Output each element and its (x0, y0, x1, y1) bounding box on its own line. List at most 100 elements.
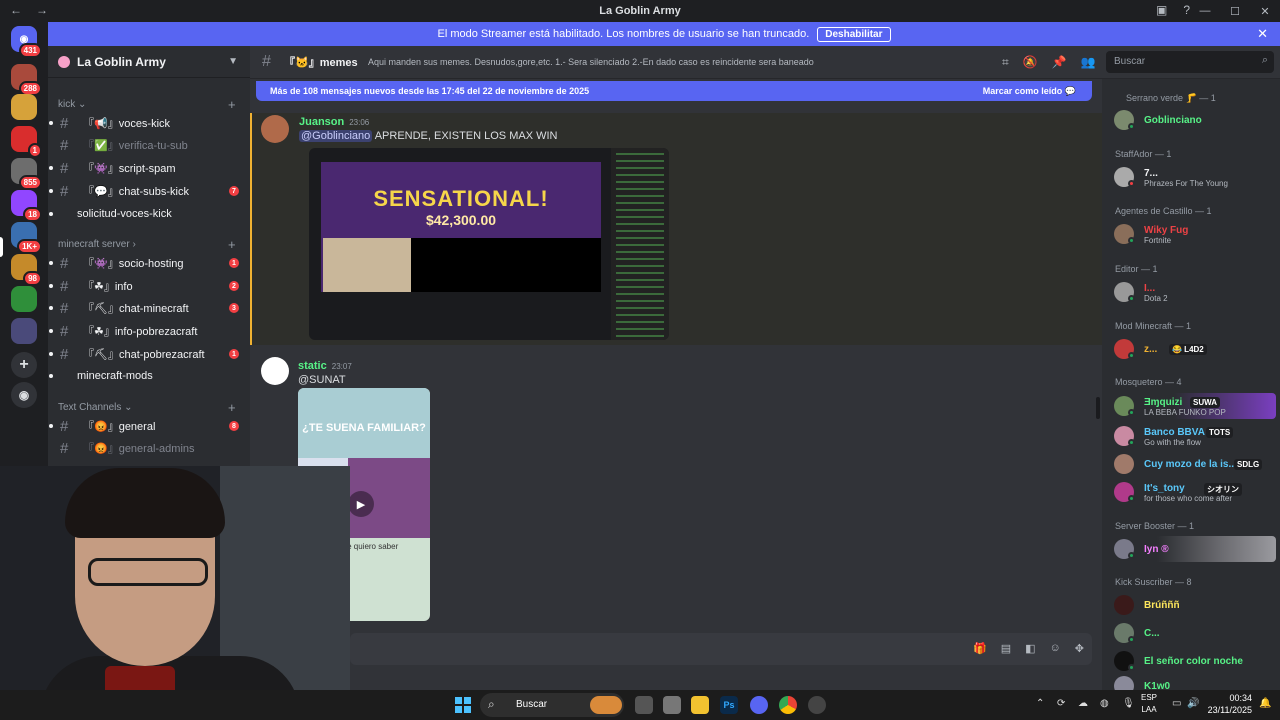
category-kick[interactable]: kick ⌄ + (58, 97, 236, 112)
message-author[interactable]: static 23:07 (298, 360, 352, 372)
search-input[interactable]: Buscar ⌕ (1106, 51, 1274, 73)
new-messages-bar[interactable]: Más de 108 mensajes nuevos desde las 17:… (256, 81, 1092, 101)
mic-icon[interactable]: 🎙 (1122, 698, 1135, 709)
category-minecraft-server[interactable]: minecraft server › + (58, 237, 236, 252)
chrome-icon[interactable] (779, 696, 797, 714)
member-item[interactable]: K1w0 (1114, 674, 1274, 690)
member-item[interactable]: Brúñññ (1114, 593, 1274, 617)
cloud-icon[interactable]: ☁ (1078, 698, 1088, 709)
server-icon[interactable]: 98 (11, 254, 42, 286)
avatar[interactable] (261, 357, 289, 385)
server-icon[interactable] (11, 286, 37, 312)
user-mention[interactable]: @Goblinciano (299, 130, 373, 142)
notifications-icon[interactable]: 🔔 (1259, 698, 1271, 709)
gif-icon[interactable]: ▤ (1001, 642, 1011, 655)
image-headline: SENSATIONAL! (373, 186, 549, 211)
chevron-down-icon[interactable]: ▼ (228, 56, 238, 67)
chevron-up-icon[interactable]: ⌃ (1036, 698, 1044, 709)
help-icon[interactable]: ? (1183, 3, 1190, 17)
member-item[interactable]: 7... Phrazes For The Young (1114, 165, 1274, 189)
member-item[interactable]: z... 😂 L4D2 (1114, 337, 1274, 361)
mark-as-read-button[interactable]: Marcar como leído 💬 (983, 86, 1076, 97)
input-language[interactable]: ESP LAA (1141, 692, 1157, 716)
apps-icon[interactable]: ✥ (1075, 642, 1084, 655)
add-channel-icon[interactable]: + (228, 237, 236, 252)
explore-icon[interactable]: ◉ (11, 382, 37, 408)
channel-script-spam[interactable]: # 『👾』script-spam (48, 157, 250, 179)
message-input[interactable]: 🎁 ▤ ◧ ☺ ✥ (350, 633, 1092, 665)
channel-solicitud-voces-kick[interactable]: solicitud-voces-kick (48, 203, 250, 225)
gift-icon[interactable]: 🎁 (973, 642, 987, 655)
message-image-attachment[interactable]: SENSATIONAL! $42,300.00 (309, 148, 669, 340)
minimize-button[interactable]: — (1190, 0, 1220, 22)
task-view-icon[interactable] (635, 696, 653, 714)
scrollbar[interactable] (1096, 397, 1100, 419)
channel-general[interactable]: # 『😡』general 8 (48, 415, 250, 437)
system-clock[interactable]: 00:34 23/11/2025 (1206, 692, 1252, 716)
obs-icon[interactable] (808, 696, 826, 714)
maximize-button[interactable]: ☐ (1220, 0, 1250, 22)
network-icon[interactable]: ▭ (1172, 698, 1181, 709)
channel-socio-hosting[interactable]: # 『👾』socio-hosting 1 (48, 252, 250, 274)
disable-streamer-button[interactable]: Deshabilitar (817, 26, 891, 42)
add-server-icon[interactable]: + (11, 352, 37, 378)
search-highlight-icon[interactable] (590, 696, 622, 714)
inbox-icon[interactable]: ▣ (1156, 3, 1167, 17)
member-list-icon[interactable]: 👥 (1081, 55, 1096, 70)
channel-info[interactable]: # 『☘』info 2 (48, 275, 250, 297)
member-item[interactable]: It's_tony シオリン for those who come after (1114, 480, 1274, 504)
mention-count: 1 (229, 349, 239, 359)
member-item[interactable]: C... (1114, 621, 1274, 645)
threads-icon[interactable]: ⌗ (1002, 55, 1009, 70)
channel-voces-kick[interactable]: # 『📢』voces-kick (48, 112, 250, 134)
channel-minecraft-mods[interactable]: minecraft-mods (48, 365, 250, 387)
xbox-icon[interactable]: ◍ (1100, 698, 1109, 709)
member-item[interactable]: I... Dota 2 (1114, 280, 1274, 304)
server-icon[interactable] (11, 318, 37, 344)
sync-icon[interactable]: ⟳ (1057, 698, 1065, 709)
channel-topic[interactable]: Aqui manden sus memes. Desnudos,gore,etc… (368, 57, 814, 67)
server-icon[interactable]: 288 (11, 64, 42, 96)
member-item[interactable]: El señor color noche (1114, 649, 1274, 673)
sticker-icon[interactable]: ◧ (1025, 642, 1035, 655)
server-icon[interactable]: 18 (11, 190, 42, 222)
discord-icon[interactable] (750, 696, 768, 714)
member-item[interactable]: Iyn ® (1114, 537, 1274, 561)
channel-chat-pobrezacraft[interactable]: # 『⛏』chat-pobrezacraft 1 (48, 343, 250, 365)
pin-icon[interactable]: 📌 (1052, 55, 1067, 70)
member-item[interactable]: Ǝɱquizi SUWA LA BEBA FUNKO POP (1114, 394, 1274, 418)
channel-info-pobrezacraft[interactable]: # 『☘』info-pobrezacraft (48, 320, 250, 342)
status-indicator (1128, 180, 1135, 187)
message-author[interactable]: Juanson 23:06 (299, 116, 369, 128)
photoshop-icon[interactable]: Ps (720, 696, 738, 714)
app-icon[interactable] (663, 696, 681, 714)
notifications-icon[interactable]: 🔕 (1023, 55, 1038, 70)
file-explorer-icon[interactable] (691, 696, 709, 714)
windows-start-icon[interactable] (455, 697, 471, 713)
server-header[interactable]: La Goblin Army ▼ (48, 46, 250, 78)
server-icon[interactable]: 1 (11, 126, 42, 158)
emoji-icon[interactable]: ☺ (1050, 642, 1061, 655)
close-window-button[interactable]: ✕ (1250, 0, 1280, 22)
avatar[interactable] (261, 115, 289, 143)
channel-chat-subs-kick[interactable]: # 『💬』chat-subs-kick 7 (48, 180, 250, 202)
server-tag: SUWA (1190, 397, 1220, 408)
member-item[interactable]: Cuy mozo de la is... SDLG (1114, 452, 1274, 476)
channel-verifica-tu-sub[interactable]: # 『✅』verifica-tu-sub (48, 134, 250, 156)
server-icon[interactable] (11, 94, 37, 120)
server-icon[interactable]: 855 (11, 158, 42, 190)
server-icon[interactable]: 1K+ (11, 222, 42, 254)
add-channel-icon[interactable]: + (228, 97, 236, 112)
member-item[interactable]: Banco BBVA TOTS Go with the flow (1114, 424, 1274, 448)
add-channel-icon[interactable]: + (228, 400, 236, 415)
channel-general-admins[interactable]: # 『😡』general-admins (48, 437, 250, 459)
play-icon[interactable]: ▶ (348, 491, 374, 517)
channel-chat-minecraft[interactable]: # 『⛏』chat-minecraft 3 (48, 297, 250, 319)
status-indicator (1128, 409, 1135, 416)
category-text-channels[interactable]: Text Channels ⌄ + (58, 400, 236, 415)
volume-icon[interactable]: 🔊 (1187, 698, 1199, 709)
close-icon[interactable]: ✕ (1257, 26, 1268, 42)
member-item[interactable]: Goblinciano (1114, 108, 1274, 132)
direct-messages-button[interactable]: ◉ 431 (11, 26, 42, 58)
member-item[interactable]: Wiky Fug Fortnite (1114, 222, 1274, 246)
